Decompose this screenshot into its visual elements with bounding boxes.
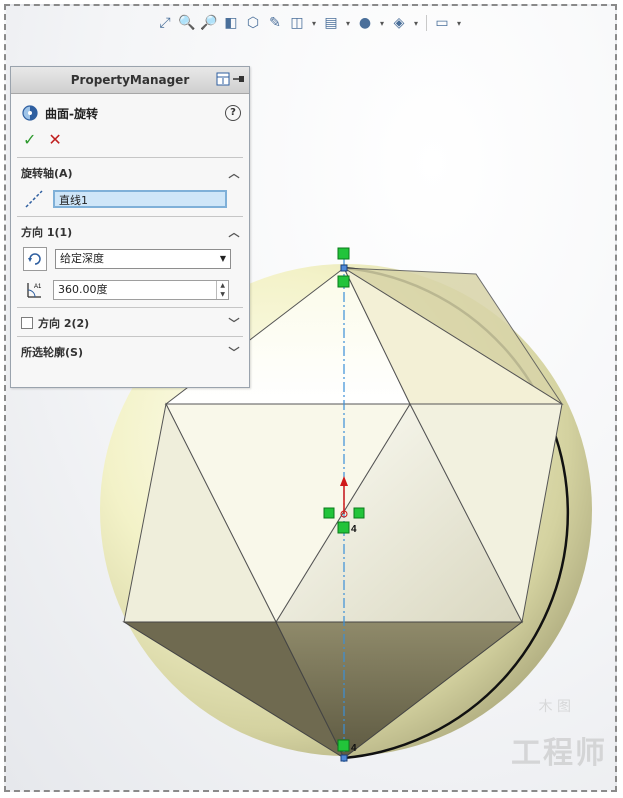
marker-label-bottom: 4 — [351, 743, 357, 754]
property-manager-title: PropertyManager — [70, 73, 190, 87]
axis-row: 直线1 — [17, 186, 243, 216]
constraint-marker-right[interactable] — [353, 507, 365, 519]
reverse-direction-icon[interactable] — [23, 247, 47, 271]
axis-section-header[interactable]: 旋转轴(A) ︿ — [17, 158, 243, 186]
direction1-section-header[interactable]: 方向 1(1) ︿ — [17, 217, 243, 245]
direction1-angle-row: A1 360.00度 ▲ ▼ — [17, 277, 243, 307]
chevron-down-icon[interactable]: ﹀ — [227, 344, 241, 360]
chevron-down-icon[interactable]: ﹀ — [227, 315, 241, 331]
property-manager-header: PropertyManager — [11, 67, 249, 94]
axis-selection-box[interactable]: 直线1 — [53, 190, 227, 208]
angle-input[interactable]: 360.00度 ▲ ▼ — [53, 280, 229, 300]
constraint-marker-center[interactable] — [337, 521, 350, 534]
direction1-section: 方向 1(1) ︿ 给定深度 ▼ A1 360.00度 ▲ ▼ — [17, 216, 243, 307]
watermark-small: 木 图 — [538, 699, 571, 715]
direction1-section-label: 方向 1(1) — [21, 226, 73, 239]
direction2-section-label: 方向 2(2) — [38, 317, 90, 330]
direction2-section: 方向 2(2) ﹀ — [17, 307, 243, 336]
end-condition-value: 给定深度 — [60, 252, 104, 265]
constraint-marker-left[interactable] — [323, 507, 335, 519]
constraint-marker-top2[interactable] — [337, 275, 350, 288]
marker-label-center: 4 — [351, 524, 357, 535]
contours-section-label: 所选轮廓(S) — [21, 346, 83, 359]
constraint-marker-bottom[interactable] — [337, 739, 350, 752]
confirm-actions: ✓ ✕ — [11, 126, 249, 157]
spinner-up-icon[interactable]: ▲ — [217, 281, 228, 290]
endpoint-top[interactable] — [340, 264, 348, 272]
angle-value: 360.00度 — [58, 283, 108, 296]
direction2-toggle[interactable]: 方向 2(2) — [21, 315, 89, 331]
chevron-up-icon[interactable]: ︿ — [227, 165, 241, 181]
endpoint-bottom[interactable] — [340, 754, 348, 762]
expand-panel-icon[interactable] — [216, 72, 230, 86]
direction2-section-header[interactable]: 方向 2(2) ﹀ — [17, 308, 243, 336]
direction2-checkbox[interactable] — [21, 317, 33, 329]
ok-button[interactable]: ✓ — [23, 130, 36, 149]
spinner-down-icon[interactable]: ▼ — [217, 290, 228, 299]
contours-section: 所选轮廓(S) ﹀ — [17, 336, 243, 365]
chevron-down-icon: ▼ — [219, 254, 226, 263]
revolve-surface-icon — [22, 105, 38, 121]
axis-section-label: 旋转轴(A) — [21, 167, 73, 180]
help-icon[interactable]: ? — [225, 105, 241, 121]
property-manager-panel: PropertyManager 曲面-旋转 ? ✓ ✕ 旋转轴(A) ︿ 直线1… — [10, 66, 250, 388]
watermark: 工程师 — [511, 736, 607, 771]
chevron-up-icon[interactable]: ︿ — [227, 224, 241, 240]
pin-controls — [216, 72, 245, 86]
pin-icon[interactable] — [233, 73, 245, 85]
contours-section-header[interactable]: 所选轮廓(S) ﹀ — [17, 337, 243, 365]
axis-section: 旋转轴(A) ︿ 直线1 — [17, 157, 243, 216]
feature-name: 曲面-旋转 — [45, 106, 98, 121]
direction1-type-row: 给定深度 ▼ — [17, 245, 243, 277]
axis-icon — [23, 188, 45, 210]
end-condition-select[interactable]: 给定深度 ▼ — [55, 249, 231, 269]
feature-header: 曲面-旋转 ? — [11, 94, 249, 126]
constraint-marker-top[interactable] — [337, 247, 350, 260]
angle-icon: A1 — [23, 279, 45, 301]
angle-spinner[interactable]: ▲ ▼ — [216, 281, 228, 299]
cancel-button[interactable]: ✕ — [48, 130, 61, 149]
svg-text:A1: A1 — [34, 284, 42, 290]
